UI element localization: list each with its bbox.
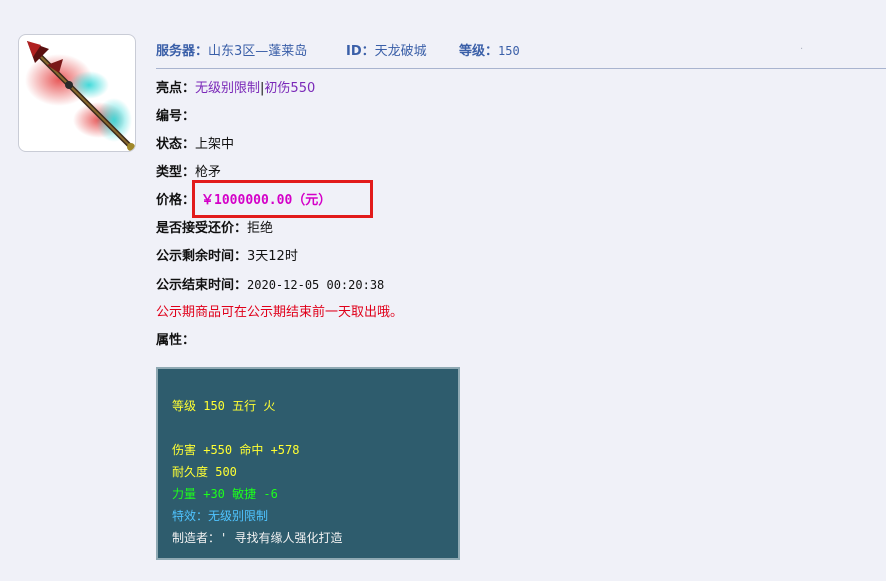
- attr-level-element: 等级 150 五行 火: [172, 399, 276, 413]
- price-highlight-box: [192, 180, 373, 218]
- attr-damage-hit: 伤害 +550 命中 +578: [172, 443, 300, 457]
- remaining-label: 公示剩余时间：: [156, 249, 248, 264]
- attr-strength-agility: 力量 +30 敏捷 -6: [172, 487, 278, 501]
- attributes-label: 属性：: [156, 333, 196, 348]
- id-info: ID：天龙破城: [346, 40, 427, 59]
- level-info: 等级：150: [459, 40, 520, 59]
- bargain-row: 是否接受还价：拒绝: [156, 218, 403, 246]
- attributes-panel: 等级 150 五行 火 伤害 +550 命中 +578 耐久度 500 力量 +…: [156, 367, 460, 560]
- highlight-row: 亮点：无级别限制|初伤550: [156, 78, 403, 106]
- highlight-label: 亮点：: [156, 81, 196, 96]
- price-label: 价格：: [156, 193, 196, 208]
- spear-weapon-icon: [25, 41, 135, 151]
- serial-row: 编号：: [156, 106, 403, 134]
- server-label: 服务器：: [156, 44, 209, 59]
- status-value: 上架中: [195, 137, 235, 152]
- listing-header: 服务器：山东3区—蓬莱岛 ID：天龙破城 等级：150: [156, 38, 886, 69]
- bargain-value: 拒绝: [247, 221, 274, 236]
- serial-label: 编号：: [156, 109, 196, 124]
- type-value: 枪矛: [195, 165, 222, 180]
- notice-text: 公示期商品可在公示期结束前一天取出哦。: [156, 305, 404, 320]
- type-label: 类型：: [156, 165, 196, 180]
- id-value: 天龙破城: [374, 44, 427, 59]
- bargain-label: 是否接受还价：: [156, 221, 248, 236]
- end-time-value: 2020-12-05 00:20:38: [247, 278, 385, 292]
- item-details: 亮点：无级别限制|初伤550 编号： 状态：上架中 类型：枪矛 价格： ￥1000…: [156, 78, 403, 358]
- item-thumbnail[interactable]: [18, 34, 136, 152]
- attr-durability: 耐久度 500: [172, 465, 237, 479]
- server-info: 服务器：山东3区—蓬莱岛: [156, 40, 307, 59]
- highlight-extra: 初伤550: [264, 81, 316, 96]
- attr-blank: [172, 417, 444, 439]
- level-label: 等级：: [459, 44, 499, 59]
- attr-maker: 制造者：' 寻找有缘人强化打造: [172, 531, 343, 545]
- status-row: 状态：上架中: [156, 134, 403, 162]
- status-label: 状态：: [156, 137, 196, 152]
- id-label: ID：: [346, 44, 375, 59]
- attr-special-effect: 特效：无级别限制: [172, 509, 269, 523]
- server-value: 山东3区—蓬莱岛: [208, 44, 308, 59]
- level-value: 150: [498, 44, 520, 58]
- notice-row: 公示期商品可在公示期结束前一天取出哦。: [156, 302, 403, 330]
- highlight-value: 无级别限制: [195, 81, 261, 96]
- end-time-row: 公示结束时间：2020-12-05 00:20:38: [156, 274, 403, 302]
- remaining-value: 3天12时: [247, 249, 298, 264]
- remaining-row: 公示剩余时间：3天12时: [156, 246, 403, 274]
- end-time-label: 公示结束时间：: [156, 278, 248, 293]
- divider-dot: ·: [800, 44, 804, 55]
- attributes-row: 属性：: [156, 330, 403, 358]
